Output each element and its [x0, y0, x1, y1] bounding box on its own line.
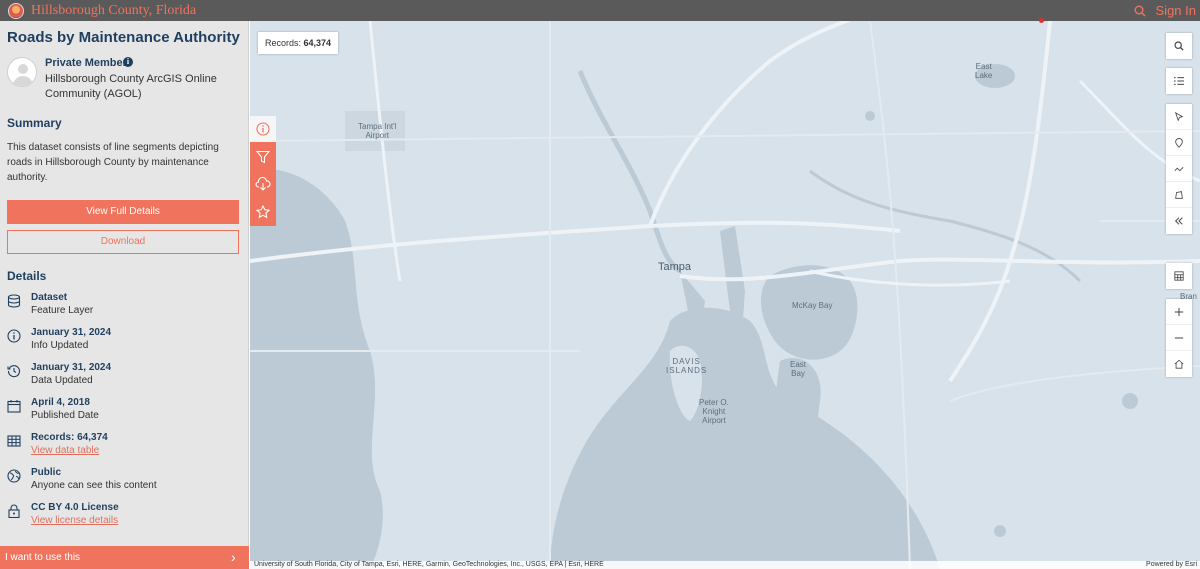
detail-records: Records: 64,374 View data table [7, 432, 242, 462]
records-value: 64,374 [303, 38, 332, 48]
detail-title: April 4, 2018 [31, 397, 90, 408]
basemap-toolbar [1166, 263, 1192, 289]
ruler-icon [1174, 166, 1184, 171]
tab-info[interactable] [250, 116, 276, 142]
records-badge: Records: 64,374 [258, 32, 339, 54]
detail-title: Public [31, 467, 62, 478]
collapse-button[interactable] [1166, 208, 1192, 234]
pin-icon [1175, 137, 1183, 148]
detail-published: April 4, 2018 Published Date [7, 397, 242, 427]
grid-icon [1174, 271, 1184, 281]
view-data-table-link[interactable]: View data table [31, 445, 99, 456]
i-want-to-use-this-bar[interactable]: I want to use this › [0, 546, 249, 569]
map-label-mckay-bay: McKay Bay [792, 301, 833, 310]
detail-sub: Published Date [31, 410, 99, 421]
history-icon [7, 365, 21, 378]
globe-icon [7, 469, 21, 483]
measure-area-button[interactable] [1166, 182, 1192, 208]
map-label-east-lake: East Lake [975, 62, 993, 80]
minus-icon [1174, 337, 1184, 338]
owner-info-icon[interactable]: i [123, 57, 133, 67]
detail-data-updated: January 31, 2024 Data Updated [7, 362, 242, 392]
view-full-details-button[interactable]: View Full Details [7, 200, 239, 224]
lock-icon [8, 504, 20, 518]
home-button[interactable] [1166, 351, 1192, 377]
records-label: Records: [265, 38, 302, 48]
calendar-icon [7, 400, 21, 413]
map-search-button[interactable] [1166, 33, 1192, 59]
detail-sub: Info Updated [31, 340, 89, 351]
map-view[interactable] [250, 21, 1200, 569]
site-title[interactable]: Hillsborough County, Florida [31, 3, 196, 19]
cloud-download-icon [255, 177, 271, 191]
tab-download[interactable] [250, 171, 276, 197]
map-search-toolbar [1166, 33, 1192, 59]
detail-title: Records: 64,374 [31, 432, 108, 443]
list-icon [1174, 77, 1184, 85]
detail-sub: Feature Layer [31, 305, 94, 316]
area-icon [1175, 190, 1183, 199]
map-label-knight-airport: Peter O. Knight Airport [699, 398, 729, 425]
detail-dataset: Dataset Feature Layer [7, 292, 242, 322]
summary-heading: Summary [7, 116, 62, 130]
top-bar: Hillsborough County, Florida Sign In [0, 0, 1200, 21]
double-chevron-left-icon [1174, 217, 1183, 225]
map-attribution: University of South Florida, City of Tam… [250, 561, 1200, 569]
filter-icon [256, 150, 270, 164]
chevron-right-icon: › [231, 549, 236, 565]
zoom-in-button[interactable] [1166, 299, 1192, 325]
map-label-airport: Tampa Int'l Airport [358, 122, 397, 140]
info-icon [7, 329, 21, 343]
detail-sub: Data Updated [31, 375, 93, 386]
map-marker [1039, 18, 1044, 23]
download-button[interactable]: Download [7, 230, 239, 254]
detail-title: January 31, 2024 [31, 362, 112, 373]
owner-name[interactable]: Private Member [45, 57, 127, 69]
owner-org: Hillsborough County ArcGIS Online Commun… [45, 73, 217, 100]
legend-toolbar [1166, 68, 1192, 94]
measure-point-button[interactable] [1166, 130, 1192, 156]
zoom-out-button[interactable] [1166, 325, 1192, 351]
details-heading: Details [7, 269, 47, 283]
detail-title: CC BY 4.0 License [31, 502, 119, 513]
detail-title: Dataset [31, 292, 68, 303]
tab-favorite[interactable] [250, 199, 276, 225]
search-icon[interactable] [1134, 5, 1146, 17]
info-icon [256, 122, 270, 136]
map-label-east-bay: East Bay [790, 360, 807, 378]
view-license-link[interactable]: View license details [31, 515, 118, 526]
summary-text: This dataset consists of line segments d… [7, 142, 219, 183]
select-tool-button[interactable] [1166, 104, 1192, 130]
sign-in-link[interactable]: Sign In [1156, 3, 1196, 18]
tab-filter[interactable] [250, 144, 276, 170]
map-label-davis-islands: DAVIS ISLANDS [666, 357, 708, 375]
home-icon [1174, 359, 1184, 369]
attribution-text: University of South Florida, City of Tam… [254, 561, 604, 568]
search-icon [1174, 41, 1184, 51]
map-label-tampa: Tampa [658, 261, 692, 273]
plus-icon [1174, 307, 1184, 316]
dataset-title: Roads by Maintenance Authority [7, 29, 240, 46]
cursor-icon [1174, 111, 1184, 122]
use-bar-label: I want to use this [5, 552, 81, 563]
side-tabs [250, 116, 276, 226]
county-logo[interactable] [8, 2, 24, 19]
avatar[interactable] [7, 57, 37, 87]
star-icon [256, 205, 270, 219]
legend-button[interactable] [1166, 68, 1192, 94]
table-icon [7, 435, 21, 447]
detail-info-updated: January 31, 2024 Info Updated [7, 327, 242, 357]
detail-sub: Anyone can see this content [31, 480, 157, 491]
zoom-toolbar [1166, 299, 1192, 377]
powered-by-esri[interactable]: Powered by Esri [1146, 561, 1197, 569]
sidebar: Roads by Maintenance Authority Private M… [0, 21, 249, 569]
layers-icon [7, 294, 21, 308]
detail-access: Public Anyone can see this content [7, 467, 242, 497]
measure-line-button[interactable] [1166, 156, 1192, 182]
detail-title: January 31, 2024 [31, 327, 112, 338]
tools-toolbar [1166, 104, 1192, 234]
basemap-gallery-button[interactable] [1166, 263, 1192, 289]
detail-license: CC BY 4.0 License View license details [7, 502, 242, 532]
